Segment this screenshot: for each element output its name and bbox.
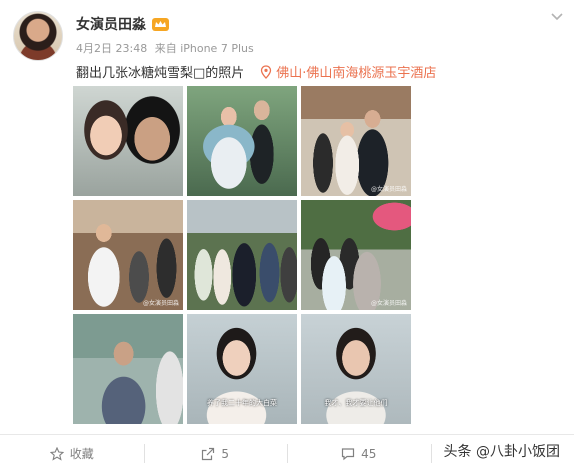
photo-8[interactable]: 养了我二十年的大白菜: [187, 314, 297, 424]
photo-2[interactable]: [187, 86, 297, 196]
photo-watermark: @女演员田淼: [370, 186, 407, 193]
photo-3[interactable]: @女演员田淼: [301, 86, 411, 196]
repost-count: 5: [221, 446, 230, 461]
favorite-label: 收藏: [69, 447, 94, 461]
photo-1[interactable]: [73, 86, 183, 196]
photo-9[interactable]: 我才、我才要让他们: [301, 314, 411, 424]
comment-button[interactable]: 45: [287, 435, 431, 472]
star-icon: [49, 446, 64, 461]
avatar[interactable]: [13, 11, 63, 61]
post-source: 来自 iPhone 7 Plus: [154, 42, 254, 55]
post-time[interactable]: 4月2日 23:48: [76, 42, 147, 55]
post-meta: 4月2日 23:48 来自 iPhone 7 Plus: [76, 40, 258, 56]
location-text: 佛山·佛山南海桃源玉宇酒店: [276, 66, 437, 81]
user-header: 女演员田淼: [76, 14, 169, 34]
comment-icon: [342, 447, 355, 460]
vip-crown-icon: [152, 17, 169, 31]
location-pin-icon: [261, 64, 272, 79]
photo-grid: @女演员田淼 @女演员田淼 @女演员田淼 养了我二十年的大白菜 我才、我才要让他…: [73, 86, 412, 424]
photo-watermark: @女演员田淼: [370, 300, 407, 307]
comment-count: 45: [361, 446, 377, 461]
photo-7[interactable]: [73, 314, 183, 424]
photo-4[interactable]: @女演员田淼: [73, 200, 183, 310]
location-link[interactable]: 佛山·佛山南海桃源玉宇酒店: [260, 62, 436, 81]
post-text: 翻出几张冰糖炖雪梨□的照片: [76, 66, 245, 81]
favorite-button[interactable]: 收藏: [0, 435, 144, 472]
photo-subtitle: 我才、我才要让他们: [324, 399, 388, 407]
photo-watermark: @女演员田淼: [142, 300, 179, 307]
repost-icon: [202, 447, 215, 460]
repost-button[interactable]: 5: [143, 435, 288, 472]
photo-5[interactable]: [187, 200, 297, 310]
post-content: 翻出几张冰糖炖雪梨□的照片 佛山·佛山南海桃源玉宇酒店: [76, 62, 436, 81]
photo-subtitle: 养了我二十年的大白菜: [207, 399, 277, 407]
chevron-down-icon[interactable]: [551, 12, 563, 22]
source-watermark: 头条 @八卦小饭团: [441, 441, 562, 461]
username[interactable]: 女演员田淼: [76, 14, 146, 34]
photo-6[interactable]: @女演员田淼: [301, 200, 411, 310]
